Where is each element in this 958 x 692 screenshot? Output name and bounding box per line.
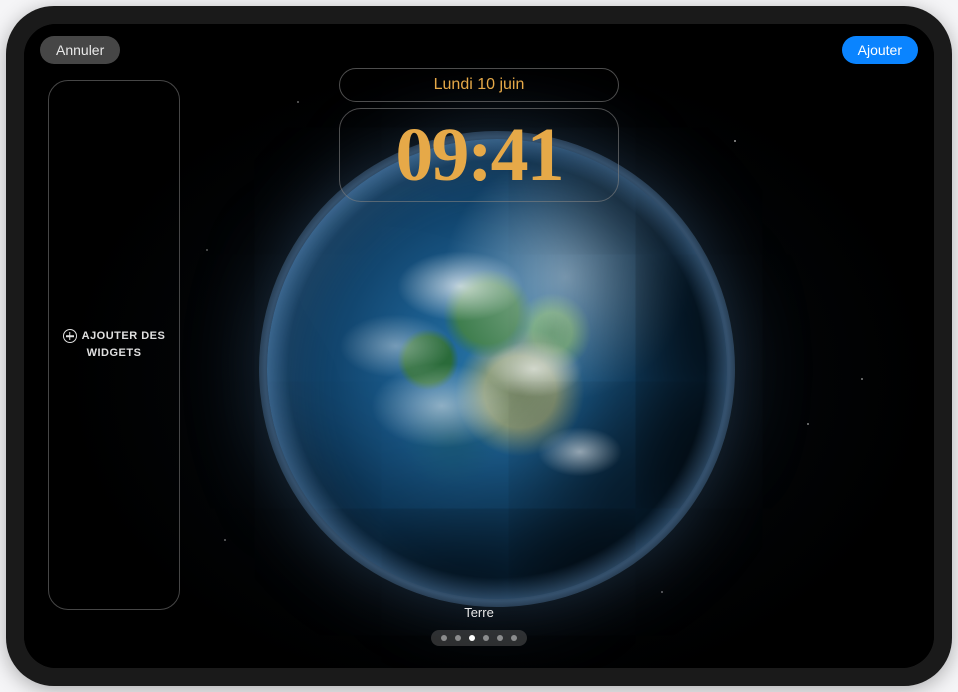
plus-circle-icon [63,329,77,343]
time-widget-slot[interactable]: 09:41 [339,108,619,202]
page-dot [511,635,517,641]
date-widget-slot[interactable]: Lundi 10 juin [339,68,619,102]
lock-screen-editor: Annuler Ajouter Lundi 10 juin 09:41 AJOU… [24,24,934,668]
top-action-bar: Annuler Ajouter [24,36,934,64]
add-widgets-prompt: AJOUTER DES WIDGETS [63,329,166,360]
cancel-button[interactable]: Annuler [40,36,120,64]
time-label: 09:41 [395,117,562,193]
page-indicator[interactable] [431,630,527,646]
add-widgets-label-line1: AJOUTER DES [82,330,166,343]
add-widgets-label-line2: WIDGETS [87,347,142,360]
wallpaper-name-label: Terre [464,605,494,620]
page-dot [441,635,447,641]
date-label: Lundi 10 juin [434,76,525,94]
add-button[interactable]: Ajouter [842,36,918,64]
page-dot [497,635,503,641]
earth-globe-image [267,139,727,599]
ipad-device-frame: Annuler Ajouter Lundi 10 juin 09:41 AJOU… [6,6,952,686]
side-widget-panel[interactable]: AJOUTER DES WIDGETS [48,80,180,610]
page-dot-active [469,635,475,641]
page-dot [455,635,461,641]
page-dot [483,635,489,641]
